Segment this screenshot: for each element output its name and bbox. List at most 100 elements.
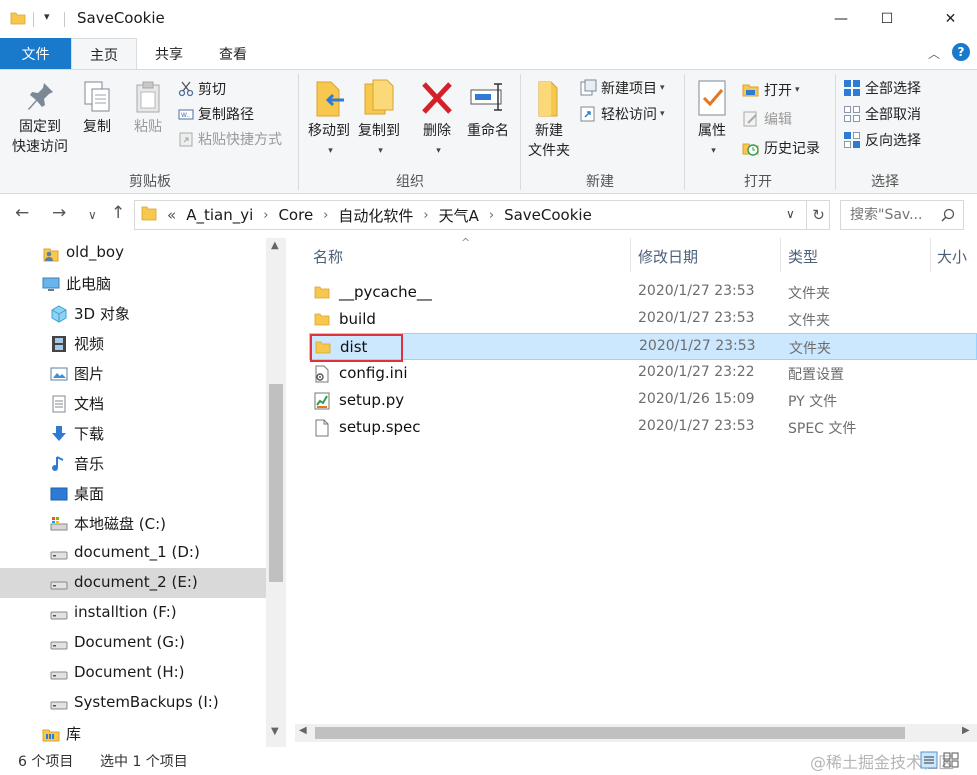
breadcrumb-separator[interactable]: › xyxy=(489,208,494,223)
properties-button[interactable]: 属性 ▾ xyxy=(692,78,732,161)
nav-item[interactable]: 图片 xyxy=(0,358,266,388)
nav-item[interactable]: Document (H:) xyxy=(0,658,266,688)
pin-to-quick-access-button[interactable]: 固定到 快速访问 xyxy=(9,80,71,157)
breadcrumb-item[interactable]: A_tian_yi xyxy=(186,206,253,224)
help-icon[interactable]: ? xyxy=(952,43,970,61)
copy-button[interactable]: 复制 xyxy=(77,80,117,137)
new-folder-button[interactable]: 新建 文件夹 xyxy=(526,78,572,161)
nav-scrollbar[interactable]: ▲ ▼ xyxy=(266,238,286,747)
rename-button[interactable]: 重命名 xyxy=(463,78,513,141)
breadcrumb-separator[interactable]: › xyxy=(423,208,428,223)
delete-icon xyxy=(422,82,452,114)
paste-shortcut-icon xyxy=(179,132,193,147)
address-bar[interactable]: « A_tian_yi › Core › 自动化软件 › 天气A › SaveC… xyxy=(134,200,830,230)
paste-shortcut-button[interactable]: 粘贴快捷方式 xyxy=(178,127,282,151)
breadcrumb-overflow[interactable]: « xyxy=(167,206,176,224)
file-row[interactable]: setup.py 2020/1/26 15:09 PY 文件 xyxy=(309,387,977,414)
file-row[interactable]: __pycache__ 2020/1/27 23:53 文件夹 xyxy=(309,279,977,306)
invert-selection-button[interactable]: 反向选择 xyxy=(843,128,921,152)
nav-item[interactable]: 3D 对象 xyxy=(0,298,266,328)
column-divider[interactable] xyxy=(930,238,931,272)
window-title: SaveCookie xyxy=(77,9,165,27)
nav-item[interactable]: 本地磁盘 (C:) xyxy=(0,508,266,538)
nav-item-label: 图片 xyxy=(74,365,105,383)
paste-icon xyxy=(136,81,160,113)
column-divider[interactable] xyxy=(780,238,781,272)
tab-share[interactable]: 共享 xyxy=(137,38,201,69)
quick-access-dropdown-icon[interactable]: ▾ xyxy=(44,10,50,23)
nav-item[interactable]: 此电脑 xyxy=(0,268,266,298)
nav-item[interactable]: Document (G:) xyxy=(0,628,266,658)
collapse-ribbon-icon[interactable]: ︿ xyxy=(928,45,940,62)
tab-home[interactable]: 主页 xyxy=(71,38,137,70)
breadcrumb-separator[interactable]: › xyxy=(263,208,268,223)
nav-item[interactable]: 视频 xyxy=(0,328,266,358)
cut-button[interactable]: 剪切 xyxy=(178,77,226,101)
breadcrumb-item[interactable]: Core xyxy=(278,206,313,224)
scroll-left-icon[interactable]: ◀ xyxy=(299,725,307,736)
select-all-label: 全部选择 xyxy=(865,81,921,97)
nav-scrollbar-thumb[interactable] xyxy=(269,384,283,582)
details-view-icon[interactable] xyxy=(920,751,938,773)
nav-item[interactable]: SystemBackups (I:) xyxy=(0,688,266,718)
nav-item[interactable]: document_1 (D:) xyxy=(0,538,266,568)
tab-file[interactable]: 文件 xyxy=(0,38,71,69)
forward-button[interactable]: → xyxy=(52,203,66,223)
column-header-date[interactable]: 修改日期 xyxy=(638,246,698,267)
scroll-down-icon[interactable]: ▼ xyxy=(271,726,279,737)
tab-view[interactable]: 查看 xyxy=(201,38,265,69)
select-all-button[interactable]: 全部选择 xyxy=(843,76,921,100)
search-box[interactable] xyxy=(840,200,964,230)
copy-to-button[interactable]: 复制到 ▾ xyxy=(355,78,403,161)
maximize-button[interactable]: ☐ xyxy=(864,0,910,38)
nav-item[interactable]: 下载 xyxy=(0,418,266,448)
nav-item[interactable]: 库 xyxy=(0,718,266,747)
horizontal-scrollbar[interactable]: ◀ ▶ xyxy=(295,724,977,742)
nav-item[interactable]: 音乐 xyxy=(0,448,266,478)
open-button[interactable]: 打开 ▾ xyxy=(742,78,800,102)
file-name: build xyxy=(339,310,376,328)
breadcrumb-separator[interactable]: › xyxy=(323,208,328,223)
edit-button[interactable]: 编辑 xyxy=(742,107,792,131)
folder-icon[interactable] xyxy=(10,10,26,30)
search-icon[interactable] xyxy=(941,208,955,226)
new-item-button[interactable]: 新建项目 ▾ xyxy=(579,76,665,100)
file-row[interactable]: dist 2020/1/27 23:53 文件夹 xyxy=(309,333,977,360)
breadcrumb-item[interactable]: 自动化软件 xyxy=(338,205,413,226)
minimize-button[interactable]: — xyxy=(818,0,864,38)
scroll-up-icon[interactable]: ▲ xyxy=(271,240,279,251)
easy-access-button[interactable]: 轻松访问 ▾ xyxy=(579,102,665,126)
close-button[interactable]: ✕ xyxy=(924,0,977,38)
up-button[interactable]: ↑ xyxy=(111,203,125,223)
address-dropdown-icon[interactable]: ∨ xyxy=(786,207,795,221)
breadcrumb-item[interactable]: 天气A xyxy=(439,205,479,226)
file-row[interactable]: build 2020/1/27 23:53 文件夹 xyxy=(309,306,977,333)
select-none-button[interactable]: 全部取消 xyxy=(843,102,921,126)
nav-item[interactable]: installtion (F:) xyxy=(0,598,266,628)
new-folder-label-line1: 新建 xyxy=(535,123,563,139)
back-button[interactable]: ← xyxy=(15,203,29,223)
delete-button[interactable]: 删除 ▾ xyxy=(419,78,455,161)
move-to-button[interactable]: 移动到 ▾ xyxy=(305,78,353,161)
search-input[interactable] xyxy=(850,207,936,223)
column-header-name[interactable]: 名称 xyxy=(313,246,343,267)
breadcrumb-item[interactable]: SaveCookie xyxy=(504,206,592,224)
column-divider[interactable] xyxy=(630,238,631,272)
recent-locations-button[interactable]: ∨ xyxy=(88,208,97,222)
column-header-size[interactable]: 大小 xyxy=(937,246,967,267)
nav-item[interactable]: 桌面 xyxy=(0,478,266,508)
paste-button[interactable]: 粘贴 xyxy=(128,80,168,137)
file-name: setup.py xyxy=(339,391,405,409)
copy-path-button[interactable]: W.. 复制路径 xyxy=(178,102,254,126)
nav-item[interactable]: old_boy xyxy=(0,238,266,268)
large-icons-view-icon[interactable] xyxy=(942,751,960,773)
nav-item[interactable]: document_2 (E:) xyxy=(0,568,266,598)
horizontal-scrollbar-thumb[interactable] xyxy=(315,727,905,739)
file-row[interactable]: config.ini 2020/1/27 23:22 配置设置 xyxy=(309,360,977,387)
history-button[interactable]: 历史记录 xyxy=(742,136,820,160)
file-row[interactable]: setup.spec 2020/1/27 23:53 SPEC 文件 xyxy=(309,414,977,441)
scroll-right-icon[interactable]: ▶ xyxy=(962,725,970,736)
column-header-type[interactable]: 类型 xyxy=(788,246,818,267)
refresh-button[interactable]: ↻ xyxy=(806,201,830,229)
nav-item[interactable]: 文档 xyxy=(0,388,266,418)
